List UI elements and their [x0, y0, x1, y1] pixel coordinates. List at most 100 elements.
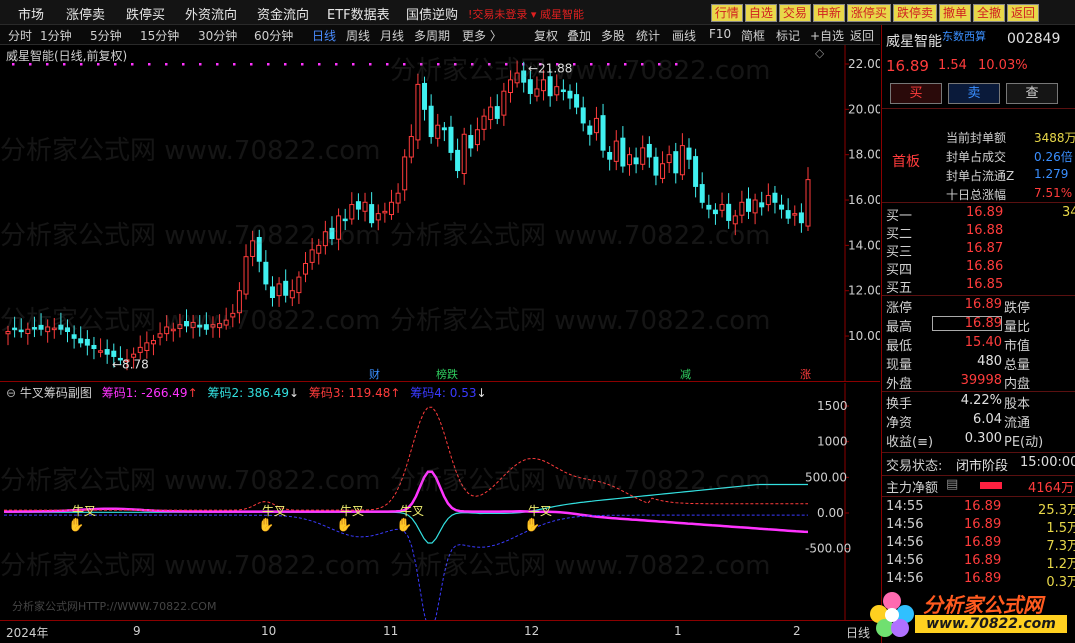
list-icon[interactable]: ▤ — [946, 477, 958, 492]
period-multi[interactable]: 多周期 — [414, 27, 450, 44]
candle-body — [408, 136, 414, 158]
toolbar-stats[interactable]: 统计 — [636, 27, 660, 44]
price-tick-label: 12.00 — [848, 284, 880, 298]
stat-row: 换手 4.22% 股本 — [886, 393, 1031, 412]
collapse-icon[interactable]: ⊖ — [6, 386, 16, 400]
divider — [882, 391, 1075, 392]
candle-body — [448, 126, 454, 153]
signal-dot — [301, 63, 304, 66]
candle-body — [78, 338, 84, 344]
period-intraday[interactable]: 分时 — [8, 27, 32, 44]
orderbook-row[interactable]: 买一 16.89 34 — [886, 205, 1075, 224]
menu-market[interactable]: 市场 — [18, 4, 44, 23]
menu-capital-flow[interactable]: 资金流向 — [257, 4, 309, 23]
orderbook-row[interactable]: 买三 16.87 — [886, 241, 1074, 260]
candle-body — [580, 107, 586, 124]
candle-body — [5, 331, 11, 335]
candle-body — [613, 140, 619, 162]
signal-dot — [386, 63, 389, 66]
quick-button-cancel[interactable]: 撤单 — [938, 4, 971, 22]
orderbook-row[interactable]: 买五 16.85 — [886, 277, 1074, 296]
legend-series-1: 筹码1: -266.49↑ — [101, 386, 198, 400]
orderbook-row[interactable]: 买四 16.86 — [886, 259, 1074, 278]
candle-body — [805, 179, 811, 227]
candle-body — [91, 344, 97, 350]
candle-body — [362, 201, 368, 212]
indicator-chart[interactable]: 15001000500.000.00-500.00牛叉✋牛叉✋牛叉✋牛叉✋牛叉✋ — [0, 383, 880, 620]
candle-body — [653, 156, 659, 176]
candle-body — [263, 261, 269, 285]
signal-dot — [590, 63, 593, 66]
stat-row: 外盘 39998 内盘 — [886, 373, 1031, 392]
toolbar-adjust[interactable]: 复权 — [534, 27, 558, 44]
toolbar-frame[interactable]: 简框 — [741, 27, 765, 44]
period-15min[interactable]: 15分钟 — [140, 27, 179, 44]
candle-body — [137, 346, 143, 353]
candle-body — [84, 338, 90, 346]
period-30min[interactable]: 30分钟 — [198, 27, 237, 44]
candle-body — [12, 327, 18, 331]
candle-body — [798, 212, 804, 224]
quick-button-cancel-all[interactable]: 全撤 — [972, 4, 1005, 22]
quick-button-quote[interactable]: 行情 — [710, 4, 743, 22]
candle-body — [481, 115, 487, 130]
candle-body — [633, 157, 639, 165]
diamond-icon[interactable]: ◇ — [815, 46, 824, 60]
axis-label: 9 — [133, 624, 141, 638]
period-weekly[interactable]: 周线 — [346, 27, 370, 44]
candle-body — [673, 151, 679, 174]
period-daily[interactable]: 日线 — [312, 27, 336, 44]
query-button[interactable]: 查 — [1006, 83, 1058, 104]
quick-button-back[interactable]: 返回 — [1006, 4, 1039, 22]
period-monthly[interactable]: 月线 — [380, 27, 404, 44]
toolbar-f10[interactable]: F10 — [709, 27, 731, 41]
period-60min[interactable]: 60分钟 — [254, 27, 293, 44]
toolbar-mark[interactable]: 标记 — [776, 27, 800, 44]
period-5min[interactable]: 5分钟 — [90, 27, 122, 44]
toolbar-multi-stock[interactable]: 多股 — [601, 27, 625, 44]
menu-limit-down-buy[interactable]: 跌停买 — [126, 4, 165, 23]
orderbook-row[interactable]: 买二 16.88 — [886, 223, 1074, 242]
quick-button-limit-sell[interactable]: 跌停卖 — [892, 4, 937, 22]
candle-body — [276, 283, 282, 297]
toolbar-back[interactable]: 返回 — [850, 27, 874, 44]
candle-body — [428, 105, 434, 138]
period-more[interactable]: 更多 〉 — [462, 27, 502, 44]
quick-button-watchlist[interactable]: 自选 — [744, 4, 777, 22]
login-warning[interactable]: !交易未登录 ▾ 威星智能 — [468, 6, 584, 22]
candle-body — [607, 151, 613, 160]
menu-limit-up-sell[interactable]: 涨停卖 — [66, 4, 105, 23]
candle-body — [157, 333, 163, 338]
candle-body — [177, 324, 183, 330]
quick-button-ipo[interactable]: 申新 — [812, 4, 845, 22]
candle-body — [745, 198, 751, 212]
event-marker: 榜跌 — [436, 367, 458, 381]
value-tick-label: 1000 — [817, 435, 848, 449]
candlestick-chart[interactable]: 22.00 20.00 18.00 16.00 14.00 12.00 10.00 ←21.8… — [0, 45, 880, 382]
hand-pointer-icon: ✋ — [396, 517, 412, 533]
tick-row: 14:56 16.89 7.3万 — [886, 535, 1075, 554]
logo-text: 分析家公式网 — [923, 593, 1043, 617]
signal-dot — [165, 63, 168, 66]
quick-button-trade[interactable]: 交易 — [778, 4, 811, 22]
buy-button[interactable]: 买 — [890, 83, 942, 104]
stock-name: 威星智能 — [886, 34, 942, 50]
concept-tag[interactable]: 东数西算 — [942, 28, 986, 44]
candle-body — [435, 124, 441, 139]
candle-body — [567, 90, 573, 99]
candle-body — [574, 94, 580, 108]
menu-repo[interactable]: 国债逆购 — [406, 4, 458, 23]
hand-pointer-icon: ✋ — [258, 517, 274, 533]
quick-button-limit-buy[interactable]: 涨停买 — [846, 4, 891, 22]
stat-row: 最高 16.89 量比 — [886, 316, 1031, 335]
candle-body — [71, 334, 77, 339]
menu-foreign-flow[interactable]: 外资流向 — [185, 4, 237, 23]
candle-body — [203, 324, 209, 330]
toolbar-draw[interactable]: 画线 — [672, 27, 696, 44]
hand-pointer-icon: ✋ — [336, 517, 352, 533]
menu-etf-table[interactable]: ETF数据表 — [327, 4, 390, 23]
toolbar-overlay[interactable]: 叠加 — [567, 27, 591, 44]
period-1min[interactable]: 1分钟 — [40, 27, 72, 44]
sell-button[interactable]: 卖 — [948, 83, 1000, 104]
toolbar-add-watchlist[interactable]: +自选 — [810, 27, 844, 44]
